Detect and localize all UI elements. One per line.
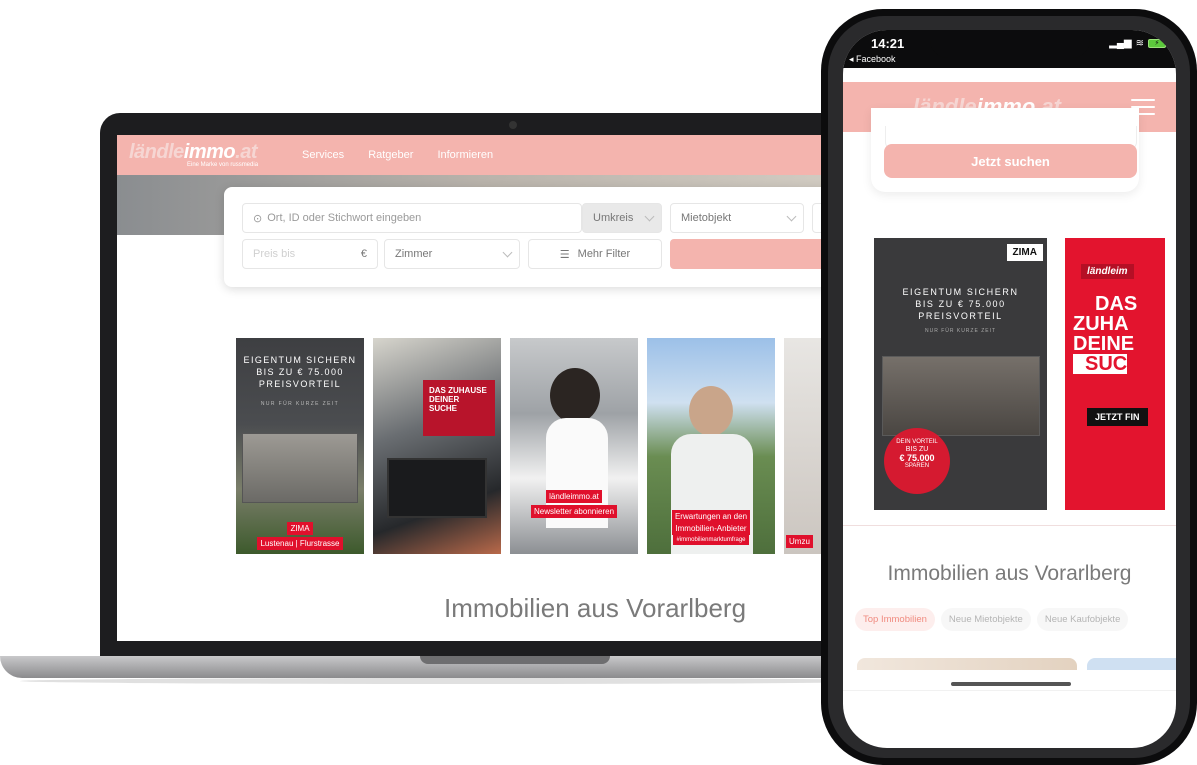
mobile-search-button[interactable]: Jetzt suchen: [884, 144, 1137, 178]
phone-notch: [930, 30, 1090, 58]
desktop-nav: Services Ratgeber Informieren: [302, 149, 493, 161]
price-input[interactable]: Preis bis €: [242, 239, 378, 269]
zima-banner[interactable]: ZIMA EIGENTUM SICHERN BIS ZU € 75.000 PR…: [874, 238, 1047, 510]
tile-caption: #immobilienmarktumfrage: [673, 535, 749, 545]
radius-select[interactable]: Umkreis: [582, 203, 662, 233]
mobile-section-title: Immobilien aus Vorarlberg: [887, 562, 1132, 585]
tab-neue-kaufobjekte[interactable]: Neue Kaufobjekte: [1036, 608, 1129, 631]
laendleimmo-banner[interactable]: ländleim DAS ZUHA DEINE SUC JETZT FIN: [1065, 238, 1165, 510]
tile-caption: Newsletter abonnieren: [530, 505, 618, 518]
nav-item-informieren[interactable]: Informieren: [437, 149, 493, 161]
rooms-select[interactable]: Zimmer: [384, 239, 520, 269]
tile-caption: ZIMA: [287, 522, 313, 535]
section-divider: [843, 525, 1176, 526]
laptop-image: [387, 458, 487, 518]
story-tiles: EIGENTUM SICHERN BIS ZU € 75.000 PREISVO…: [236, 338, 824, 554]
story-tile[interactable]: Umzu: [784, 338, 824, 554]
status-icons: ▂▄▆ ≋ ⚡: [1109, 38, 1166, 49]
tile-caption: ländleimmo.at: [546, 490, 602, 503]
story-tile[interactable]: ländleimmo.at Newsletter abonnieren: [510, 338, 638, 554]
story-tile[interactable]: Erwartungen an den Immobilien-Anbieter #…: [647, 338, 775, 554]
banner-line: ZUHA: [1073, 313, 1129, 335]
signal-icon: ▂▄▆: [1109, 38, 1132, 49]
person-image: [689, 386, 733, 436]
listing-thumbnails: [857, 658, 1176, 670]
banner-brand: ländleim: [1081, 264, 1134, 279]
listing-thumbnail[interactable]: [1087, 658, 1176, 670]
filter-icon: ☰: [559, 248, 570, 261]
banner-headline: EIGENTUM SICHERN BIS ZU € 75.000 PREISVO…: [902, 287, 1019, 321]
savings-badge: DEIN VORTEIL BIS ZU € 75.000 SPAREN: [884, 428, 950, 494]
object-type-select[interactable]: Mietobjekt: [670, 203, 804, 233]
tile-caption: Umzu: [786, 535, 813, 548]
chevron-down-icon: [502, 247, 513, 258]
person-image: [550, 368, 600, 423]
battery-icon: ⚡: [1148, 39, 1166, 48]
banner-line: DEINE: [1073, 333, 1135, 355]
laptop-shadow: [20, 678, 910, 684]
banner-line: SUC: [1073, 354, 1128, 374]
listing-tabs: Top Immobilien Neue Mietobjekte Neue Kau…: [855, 608, 1129, 631]
laptop-camera: [509, 121, 517, 129]
euro-icon: €: [360, 248, 367, 260]
chevron-down-icon: [786, 211, 797, 222]
tile-caption: DAS ZUHAUSE DEINER SUCHE: [423, 380, 495, 436]
desktop-header: ländleimmo.at Eine Marke von russmedia S…: [117, 135, 930, 175]
mobile-search-card: Jetzt suchen: [871, 108, 1139, 192]
building-image: [242, 433, 358, 503]
banner-line: DAS: [1095, 293, 1138, 315]
section-title: Immobilien aus Vorarlberg: [444, 593, 747, 623]
nav-item-services[interactable]: Services: [302, 149, 344, 161]
tab-neue-mietobjekte[interactable]: Neue Mietobjekte: [940, 608, 1031, 631]
wifi-icon: ≋: [1135, 38, 1144, 49]
mobile-site: 14:21 ◂ Facebook ▂▄▆ ≋ ⚡ ländleimmo.at J…: [843, 30, 1176, 748]
banner-cta: JETZT FIN: [1087, 408, 1148, 426]
desktop-logo[interactable]: ländleimmo.at Eine Marke von russmedia: [129, 141, 258, 168]
logo-tagline: Eine Marke von russmedia: [187, 162, 259, 168]
tile-headline: EIGENTUM SICHERN BIS ZU € 75.000 PREISVO…: [243, 355, 357, 389]
more-filters-button[interactable]: ☰ Mehr Filter: [528, 239, 662, 269]
tab-top-immobilien[interactable]: Top Immobilien: [855, 608, 935, 631]
laptop-notch: [420, 656, 610, 664]
nav-item-ratgeber[interactable]: Ratgeber: [368, 149, 413, 161]
back-to-app-link[interactable]: ◂ Facebook: [849, 54, 896, 65]
building-image: [882, 356, 1040, 436]
home-indicator[interactable]: [951, 682, 1071, 686]
banner-subline: NUR FÜR KURZE ZEIT: [924, 328, 997, 334]
bottom-divider: [843, 690, 1176, 691]
desktop-site: ländleimmo.at Eine Marke von russmedia S…: [117, 135, 930, 641]
chevron-down-icon: [644, 211, 655, 222]
status-time: 14:21: [871, 36, 905, 51]
location-pin-icon: ⊙: [253, 212, 263, 225]
tile-subline: NUR FÜR KURZE ZEIT: [260, 401, 340, 407]
zima-logo: ZIMA: [1006, 244, 1043, 261]
location-input[interactable]: ⊙ Ort, ID oder Stichwort eingeben: [242, 203, 582, 233]
tile-caption: Lustenau | Flurstrasse: [257, 537, 343, 550]
listing-thumbnail[interactable]: [857, 658, 1077, 670]
story-tile[interactable]: DAS ZUHAUSE DEINER SUCHE: [373, 338, 501, 554]
story-tile[interactable]: EIGENTUM SICHERN BIS ZU € 75.000 PREISVO…: [236, 338, 364, 554]
